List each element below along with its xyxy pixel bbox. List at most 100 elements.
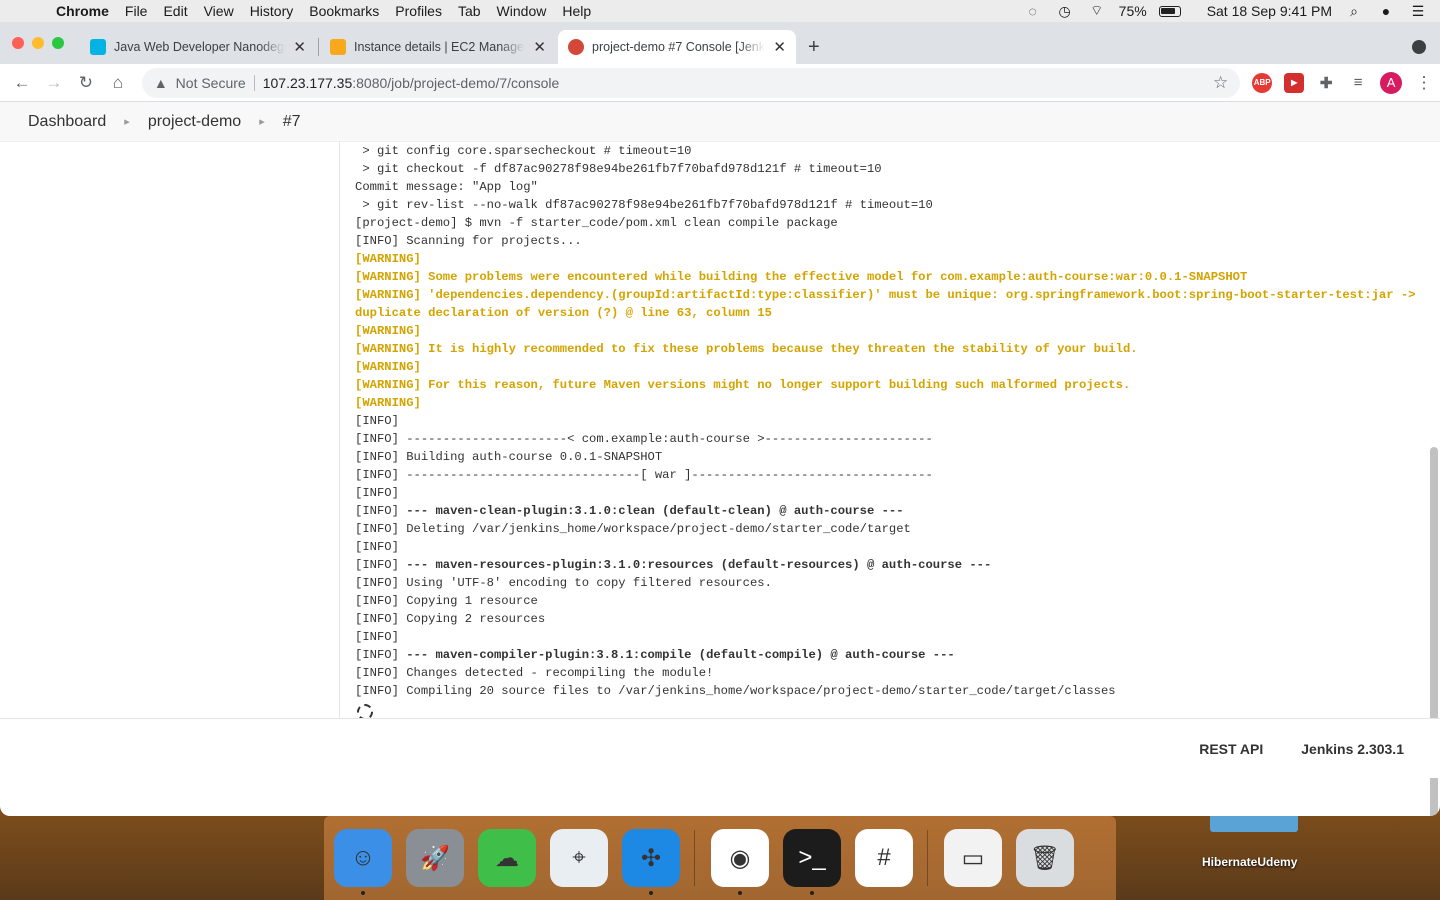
warning-icon[interactable]: ▲ [154, 75, 168, 91]
tab-title: project-demo #7 Console [Jenkins] [592, 40, 766, 54]
tab-jenkins-console[interactable]: project-demo #7 Console [Jenkins] ✕ [558, 30, 796, 64]
console-line: [INFO] Deleting /var/jenkins_home/worksp… [355, 522, 911, 536]
menu-edit[interactable]: Edit [155, 0, 195, 22]
menu-help[interactable]: Help [554, 0, 599, 22]
console-line: [INFO] --- maven-resources-plugin:3.1.0:… [355, 556, 1420, 574]
console-line: Commit message: "App log" [355, 180, 538, 194]
slack-icon[interactable]: # [855, 829, 913, 887]
console-line: > git config core.sparsecheckout # timeo… [355, 144, 692, 158]
desktop-folder-label[interactable]: HibernateUdemy [1202, 855, 1297, 869]
side-panel [0, 142, 340, 758]
address-bar[interactable]: ▲ Not Secure 107.23.177.35:8080/job/proj… [141, 67, 1241, 98]
url-path: :8080/job/project-demo/7/console [352, 74, 560, 91]
console-line-text: --- maven-clean-plugin:3.1.0:clean (defa… [406, 504, 904, 518]
tab-ec2[interactable]: Instance details | EC2 Management ✕ [320, 30, 556, 64]
close-window-icon[interactable] [12, 37, 24, 49]
extensions-puzzle-icon[interactable]: ✚ [1316, 73, 1336, 93]
breadcrumb-chevron-icon[interactable]: ▸ [124, 115, 130, 128]
minimize-window-icon[interactable] [32, 37, 44, 49]
dock-glyph: ⌖ [572, 844, 586, 871]
console-line: [INFO] --- maven-clean-plugin:3.1.0:clea… [355, 502, 1420, 520]
menu-tab[interactable]: Tab [450, 0, 489, 22]
console-line: [INFO] [355, 630, 399, 644]
dock-glyph: ◉ [729, 844, 751, 872]
forward-icon[interactable]: → [38, 73, 70, 93]
bookmark-star-icon[interactable]: ☆ [1213, 73, 1228, 93]
menubar-clock[interactable]: Sat 18 Sep 9:41 PM [1207, 3, 1332, 19]
launchpad-icon[interactable]: 🚀 [406, 829, 464, 887]
console-line: [INFO] Using 'UTF-8' encoding to copy fi… [355, 576, 772, 590]
menu-window[interactable]: Window [489, 0, 555, 22]
console-line-text: --- maven-compiler-plugin:3.8.1:compile … [406, 648, 955, 662]
battery-icon[interactable] [1158, 5, 1181, 17]
tab-title: Java Web Developer Nanodegree [114, 40, 286, 54]
console-line: [WARNING] [355, 324, 421, 338]
menu-profiles[interactable]: Profiles [387, 0, 450, 22]
wifi-icon[interactable]: ⌔ [1087, 2, 1107, 19]
control-center-icon[interactable]: ☰ [1408, 3, 1428, 19]
tab-search-icon[interactable] [1412, 40, 1426, 54]
spotlight-search-icon[interactable]: ⌕ [1344, 3, 1364, 19]
console-line-prefix: [INFO] [355, 504, 407, 518]
reload-icon[interactable]: ↻ [70, 73, 102, 93]
chrome-menu-icon[interactable]: ⋮ [1408, 73, 1440, 93]
breadcrumb: Dashboard ▸ project-demo ▸ #7 [0, 102, 1440, 142]
trash-icon[interactable]: 🗑 [1016, 829, 1074, 887]
breadcrumb-project[interactable]: project-demo [148, 113, 241, 131]
console-line: [INFO] Copying 2 resources [355, 612, 546, 626]
udacity-icon [90, 39, 106, 55]
dock-glyph: >_ [798, 844, 826, 871]
breadcrumb-dashboard[interactable]: Dashboard [28, 113, 106, 131]
extension-media-icon[interactable]: ▶ [1284, 72, 1305, 93]
close-tab-icon[interactable]: ✕ [773, 38, 786, 56]
new-tab-icon[interactable]: + [808, 36, 820, 59]
console-line: [WARNING] [355, 396, 421, 410]
tab-udacity[interactable]: Java Web Developer Nanodegree ✕ [80, 30, 316, 64]
running-indicator [361, 891, 365, 895]
maximize-window-icon[interactable] [52, 37, 64, 49]
finder-icon[interactable]: ☺ [334, 829, 392, 895]
siri-icon[interactable]: ● [1376, 3, 1396, 19]
terminal-icon[interactable]: >_ [783, 829, 841, 895]
chrome-window-thumbnail-icon[interactable]: ▭ [944, 829, 1002, 887]
browser-toolbar: ← → ↻ ⌂ ▲ Not Secure 107.23.177.35:8080/… [0, 64, 1440, 102]
menu-bookmarks[interactable]: Bookmarks [301, 0, 387, 22]
console-line: [INFO] [355, 540, 399, 554]
desktop-folder-icon[interactable] [1210, 816, 1298, 832]
chrome-icon[interactable]: ◉ [711, 829, 769, 895]
rest-api-link[interactable]: REST API [1199, 741, 1263, 757]
adblock-plus-icon[interactable]: ABP [1252, 72, 1273, 93]
home-icon[interactable]: ⌂ [102, 73, 134, 93]
safari-icon[interactable]: ✣ [622, 829, 680, 895]
jenkins-icon [568, 39, 584, 55]
reading-list-icon[interactable]: ≡ [1348, 73, 1368, 93]
console-output: > git config core.sparsecheckout # timeo… [355, 142, 1420, 720]
menu-file[interactable]: File [117, 0, 156, 22]
security-label[interactable]: Not Secure [176, 75, 246, 91]
screen-sharing-icon[interactable]: ☁ [478, 829, 536, 887]
time-machine-icon[interactable]: ◷ [1055, 3, 1075, 19]
dock-separator [927, 830, 928, 886]
console-line-prefix: [INFO] [355, 558, 407, 572]
jenkins-version-link[interactable]: Jenkins 2.303.1 [1301, 741, 1404, 757]
page-footer: REST API Jenkins 2.303.1 [0, 718, 1440, 778]
close-tab-icon[interactable]: ✕ [293, 38, 306, 56]
battery-percent: 75% [1118, 3, 1147, 19]
menu-history[interactable]: History [242, 0, 302, 22]
dock-glyph: # [877, 844, 891, 871]
url-host: 107.23.177.35 [262, 74, 353, 91]
aws-icon [330, 39, 346, 55]
back-icon[interactable]: ← [6, 73, 38, 93]
maps-icon[interactable]: ⌖ [550, 829, 608, 887]
siri-loading-icon[interactable]: ◌ [1023, 3, 1043, 19]
breadcrumb-build[interactable]: #7 [283, 113, 301, 131]
chrome-window: Java Web Developer Nanodegree ✕ Instance… [0, 22, 1440, 816]
menu-app-name[interactable]: Chrome [48, 0, 117, 22]
console-line: [WARNING] [355, 252, 421, 266]
close-tab-icon[interactable]: ✕ [533, 38, 546, 56]
console-line: [project-demo] $ mvn -f starter_code/pom… [355, 216, 838, 230]
menu-view[interactable]: View [196, 0, 242, 22]
profile-avatar[interactable]: A [1380, 71, 1403, 94]
console-line: [WARNING] 'dependencies.dependency.(grou… [355, 288, 1423, 320]
breadcrumb-chevron-icon[interactable]: ▸ [259, 115, 265, 128]
